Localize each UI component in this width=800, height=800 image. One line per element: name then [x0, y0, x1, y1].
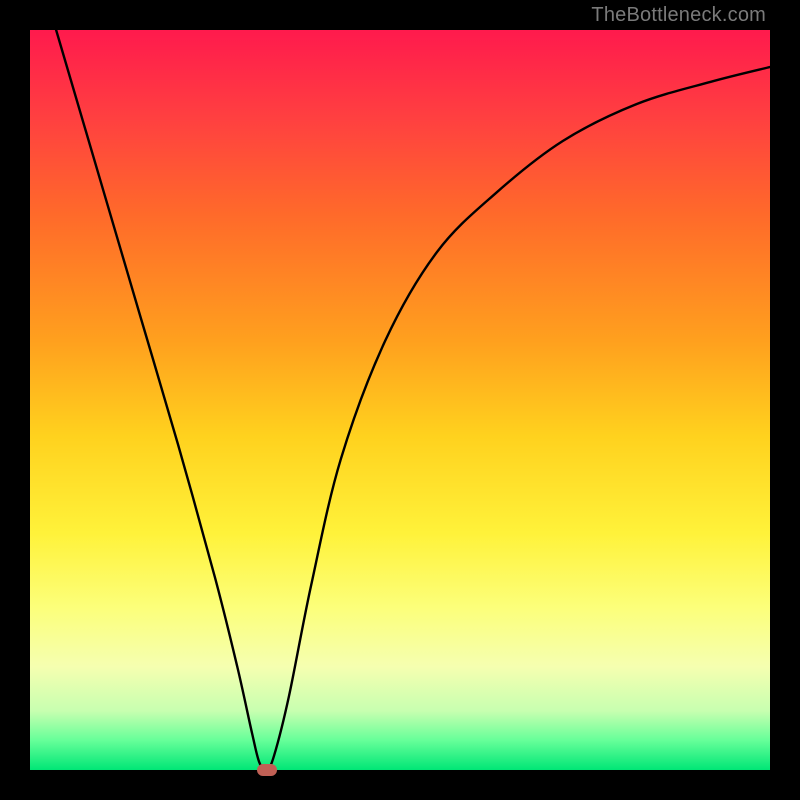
bottleneck-curve [30, 30, 770, 770]
plot-area [30, 30, 770, 770]
watermark-text: TheBottleneck.com [591, 4, 766, 27]
optimal-marker [257, 764, 277, 776]
chart-frame: TheBottleneck.com [0, 0, 800, 800]
